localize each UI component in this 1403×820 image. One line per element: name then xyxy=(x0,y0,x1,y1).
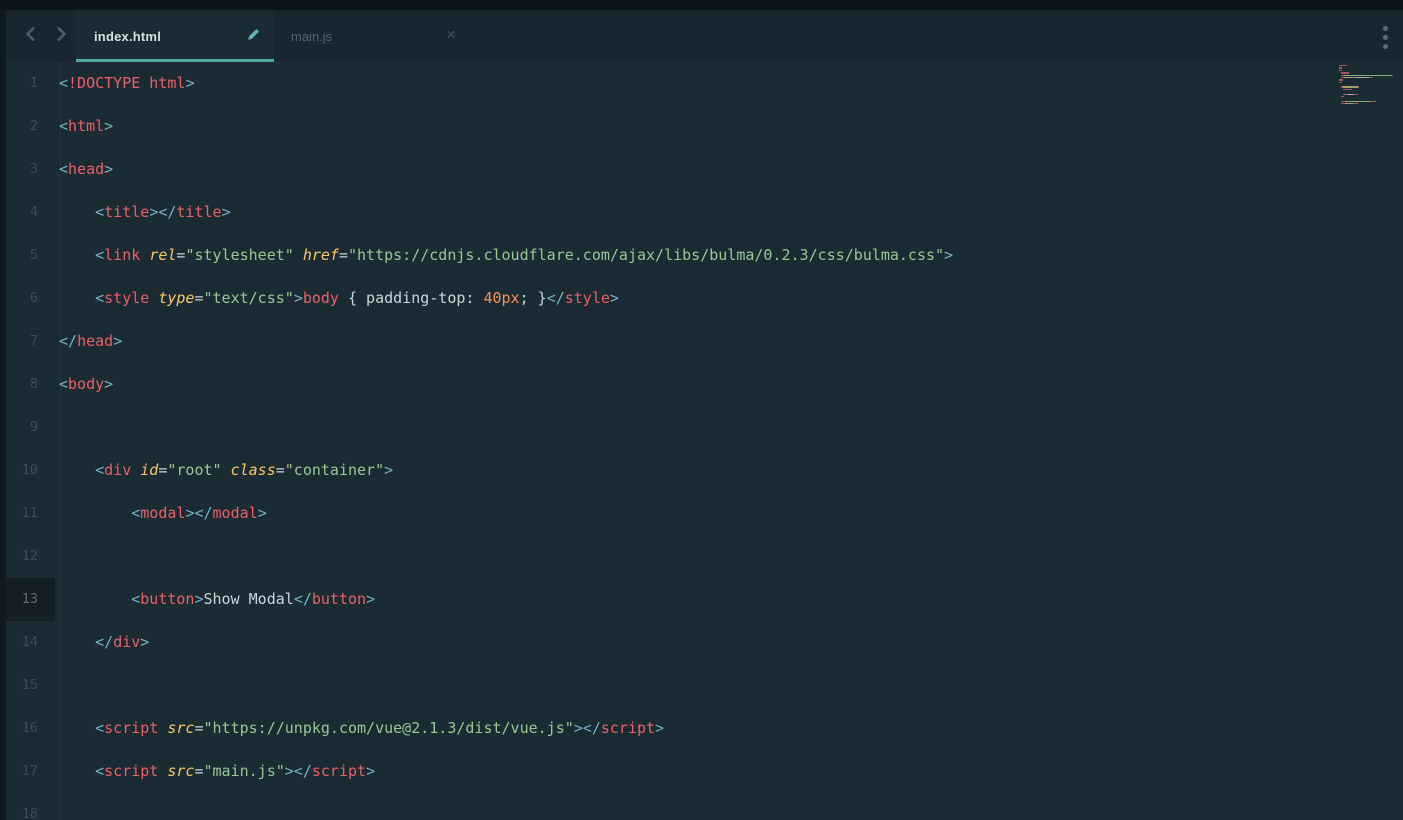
line-number: 16 xyxy=(21,720,38,736)
line-number: 17 xyxy=(21,763,38,779)
pencil-icon xyxy=(245,26,262,48)
code-line[interactable]: 18 xyxy=(0,793,1403,820)
line-number: 3 xyxy=(29,161,38,177)
chevron-right-icon xyxy=(53,26,69,47)
code-line[interactable]: 13 <button>Show Modal</button> xyxy=(0,578,1403,621)
minimap[interactable] xyxy=(1339,65,1395,108)
code-text: <head> xyxy=(59,160,114,178)
minimap-line xyxy=(1339,105,1395,106)
code-text: <body> xyxy=(59,375,114,393)
minimap-line xyxy=(1339,88,1395,91)
active-tab-underline xyxy=(76,59,274,62)
code-text: <link rel="stylesheet" href="https://cdn… xyxy=(95,246,954,264)
code-text: <div id="root" class="container"> xyxy=(95,461,394,479)
code-line[interactable]: 15 xyxy=(0,664,1403,707)
forward-button[interactable] xyxy=(46,10,76,62)
minimap-line xyxy=(1339,84,1395,85)
kebab-dot xyxy=(1382,43,1388,49)
line-number: 6 xyxy=(29,290,38,306)
line-number: 1 xyxy=(29,75,38,91)
code-line[interactable]: 8 <body> xyxy=(0,363,1403,406)
line-number: 14 xyxy=(21,634,38,650)
code-line[interactable]: 12 xyxy=(0,535,1403,578)
code-text: <html> xyxy=(59,117,114,135)
tab-label: index.html xyxy=(94,28,162,44)
code-line[interactable]: 3 <head> xyxy=(0,148,1403,191)
tab-main-js[interactable]: main.js × xyxy=(274,10,474,62)
minimap-line xyxy=(1339,91,1395,92)
tab-label: main.js xyxy=(291,28,333,44)
line-number: 12 xyxy=(21,548,38,564)
code-text: </div> xyxy=(95,633,150,651)
line-number: 4 xyxy=(29,204,38,220)
code-line[interactable]: 16 <script src="https://unpkg.com/vue@2.… xyxy=(0,707,1403,750)
line-number: 2 xyxy=(29,118,38,134)
code-text: <modal></modal> xyxy=(131,504,267,522)
code-line[interactable]: 9 xyxy=(0,406,1403,449)
minimap-line xyxy=(1339,86,1395,88)
overflow-menu-button[interactable] xyxy=(1376,21,1394,53)
code-line[interactable]: 2 <html> xyxy=(0,105,1403,148)
minimap-line xyxy=(1339,72,1395,74)
code-editor[interactable]: 1 <!DOCTYPE html> 2 <html> 3 <head> 4 <title><… xyxy=(0,62,1403,820)
line-number: 9 xyxy=(29,419,38,435)
minimap-line xyxy=(1339,69,1395,72)
minimap-line xyxy=(1339,79,1395,81)
code-line[interactable]: 1 <!DOCTYPE html> xyxy=(0,62,1403,105)
line-number: 11 xyxy=(21,505,38,521)
line-number: 13 xyxy=(0,578,55,621)
minimap-line xyxy=(1339,100,1395,103)
code-line[interactable]: 17 <script src="main.js"></script> xyxy=(0,750,1403,793)
line-number: 8 xyxy=(29,376,38,392)
chevron-left-icon xyxy=(23,26,39,47)
back-button[interactable] xyxy=(16,10,46,62)
tab-index-html[interactable]: index.html xyxy=(76,10,274,62)
minimap-line xyxy=(1339,65,1395,67)
line-number: 15 xyxy=(21,677,38,693)
code-text: <!DOCTYPE html> xyxy=(59,74,195,92)
line-number: 10 xyxy=(21,462,38,478)
code-lines: 1 <!DOCTYPE html> 2 <html> 3 <head> 4 <title><… xyxy=(0,62,1403,820)
code-line[interactable]: 7 </head> xyxy=(0,320,1403,363)
minimap-line xyxy=(1339,81,1395,84)
minimap-line xyxy=(1339,93,1395,95)
window-top-edge xyxy=(0,0,1403,10)
code-line[interactable]: 5 <link rel="stylesheet" href="https://c… xyxy=(0,234,1403,277)
code-line[interactable]: 4 <title></title> xyxy=(0,191,1403,234)
code-text: <script src="main.js"></script> xyxy=(95,762,376,780)
line-number: 7 xyxy=(29,333,38,349)
minimap-line xyxy=(1339,103,1395,105)
code-line[interactable]: 6 <style type="text/css">body { padding-… xyxy=(0,277,1403,320)
code-line[interactable]: 11 <modal></modal> xyxy=(0,492,1403,535)
kebab-dot xyxy=(1382,25,1388,31)
kebab-dot xyxy=(1382,34,1388,40)
window-left-edge xyxy=(0,0,6,820)
code-text: <script src="https://unpkg.com/vue@2.1.3… xyxy=(95,719,665,737)
code-text: </head> xyxy=(59,332,123,350)
close-icon[interactable]: × xyxy=(446,24,456,46)
minimap-line xyxy=(1339,67,1395,69)
minimap-line xyxy=(1339,74,1395,76)
code-line[interactable]: 14 </div> xyxy=(0,621,1403,664)
tab-bar: index.html main.js × xyxy=(6,10,1403,62)
tab-nav-buttons xyxy=(6,10,76,62)
line-number: 18 xyxy=(21,806,38,820)
code-text: <button>Show Modal</button> xyxy=(131,590,376,608)
minimap-line xyxy=(1339,76,1395,79)
code-text: <style type="text/css">body { padding-to… xyxy=(95,289,619,307)
code-text: <title></title> xyxy=(95,203,231,221)
minimap-line xyxy=(1339,98,1395,99)
line-number: 5 xyxy=(29,247,38,263)
code-line[interactable]: 10 <div id="root" class="container"> xyxy=(0,449,1403,492)
minimap-line xyxy=(1339,95,1395,98)
